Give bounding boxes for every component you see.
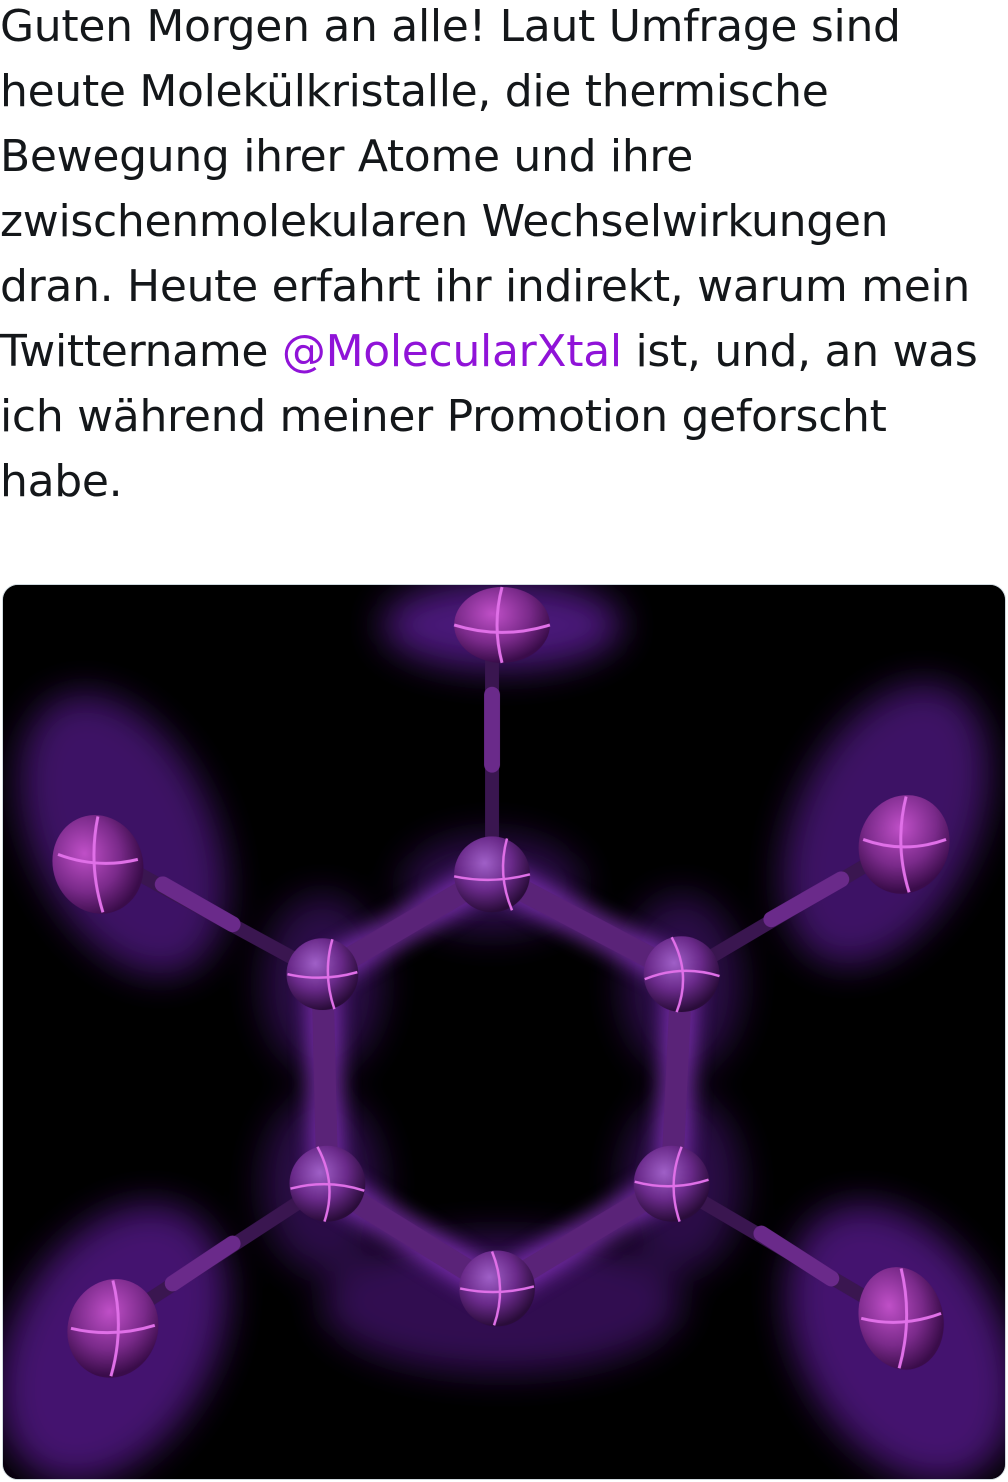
tweet-image[interactable]	[2, 584, 1006, 1480]
molecule-illustration	[3, 585, 1005, 1479]
tweet-text: Guten Morgen an alle! Laut Umfrage sind …	[0, 0, 1000, 514]
tweet-text-before: Guten Morgen an alle! Laut Umfrage sind …	[0, 1, 970, 377]
mention-link[interactable]: @MolecularXtal	[282, 326, 622, 377]
